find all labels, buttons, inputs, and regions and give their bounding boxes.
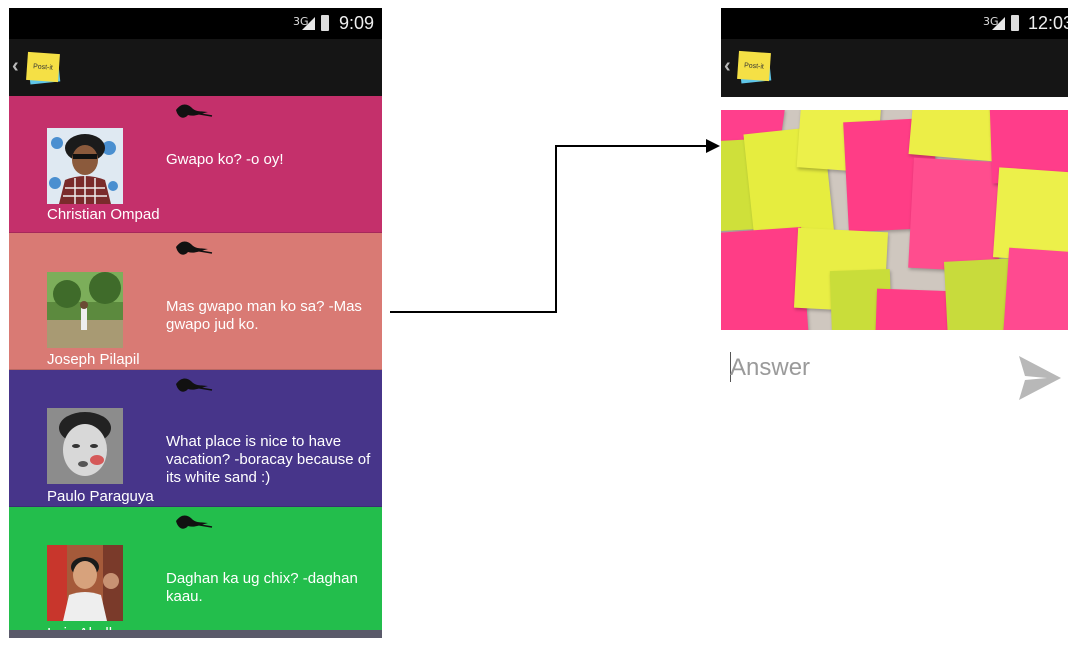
app-logo[interactable]: Post-it <box>737 50 772 84</box>
chevron-back-icon[interactable]: ‹ <box>724 55 731 78</box>
battery-icon <box>1011 15 1019 31</box>
answer-input[interactable]: Answer <box>730 354 810 382</box>
answer-screen: 3G 12:03 ‹ Post-it Answer <box>721 8 1068 418</box>
status-bar: 3G 12:03 <box>721 8 1068 39</box>
action-bar: ‹ Post-it <box>721 39 1068 97</box>
send-icon[interactable] <box>1017 354 1063 402</box>
status-time: 12:03 <box>1028 13 1068 33</box>
signal-icon <box>992 17 1005 30</box>
post-image <box>721 110 1068 330</box>
